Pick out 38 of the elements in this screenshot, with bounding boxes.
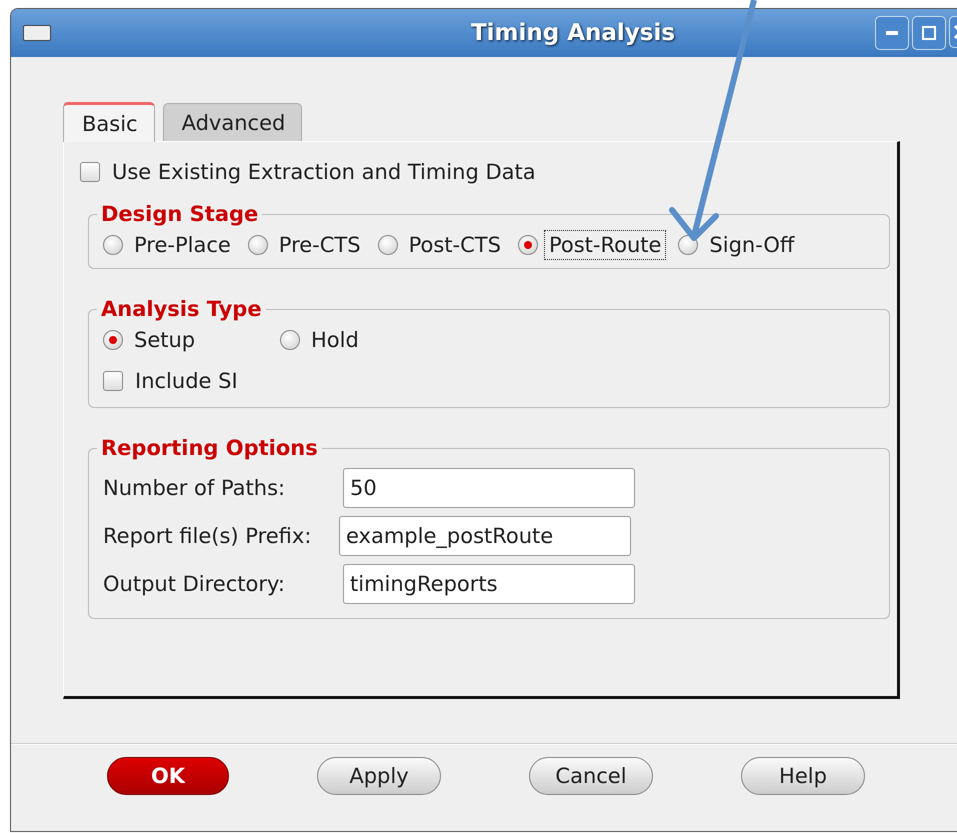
input-field[interactable]: timingReports [343,564,635,604]
radio-label: Post-Route [544,230,666,260]
tab[interactable]: Basic [63,102,155,142]
dialog-button[interactable]: OK [107,757,229,795]
input-field[interactable]: example_postRoute [339,516,631,556]
radio-button[interactable] [103,235,123,255]
radio-label: Pre-CTS [278,232,362,259]
radio-label: Hold [310,327,360,354]
radio-button[interactable] [378,235,398,255]
dialog-button[interactable]: Apply [317,757,441,795]
field-label: Number of Paths: [103,476,286,500]
dialog-button[interactable]: Help [741,757,865,795]
window-menu-icon[interactable] [23,25,51,41]
input-field[interactable]: 50 [343,468,635,508]
dialog-button[interactable]: Cancel [529,757,653,795]
tab[interactable]: Advanced [162,103,302,141]
radio-label: Pre-Place [133,232,232,259]
radio-button[interactable] [518,235,538,255]
group-title: Design Stage [100,202,260,226]
checkbox[interactable] [103,371,123,391]
checkbox[interactable] [80,162,100,182]
radio-button[interactable] [103,330,123,350]
field-label: Report file(s) Prefix: [103,524,312,548]
window-title: Timing Analysis [470,20,676,46]
group-title: Reporting Options [100,436,319,460]
maximize-button[interactable] [912,16,946,50]
checkbox-label: Include SI [135,369,238,393]
minimize-icon [886,31,898,35]
radio-button[interactable] [280,330,300,350]
maximize-icon [922,26,936,40]
radio-label: Sign-Off [708,232,796,259]
minimize-button[interactable] [874,16,909,50]
radio-label: Post-CTS [408,232,502,259]
checkbox-label: Use Existing Extraction and Timing Data [112,160,536,184]
group-title: Analysis Type [100,297,263,321]
field-label: Output Directory: [103,572,286,596]
radio-label: Setup [133,327,196,354]
radio-button[interactable] [248,235,268,255]
